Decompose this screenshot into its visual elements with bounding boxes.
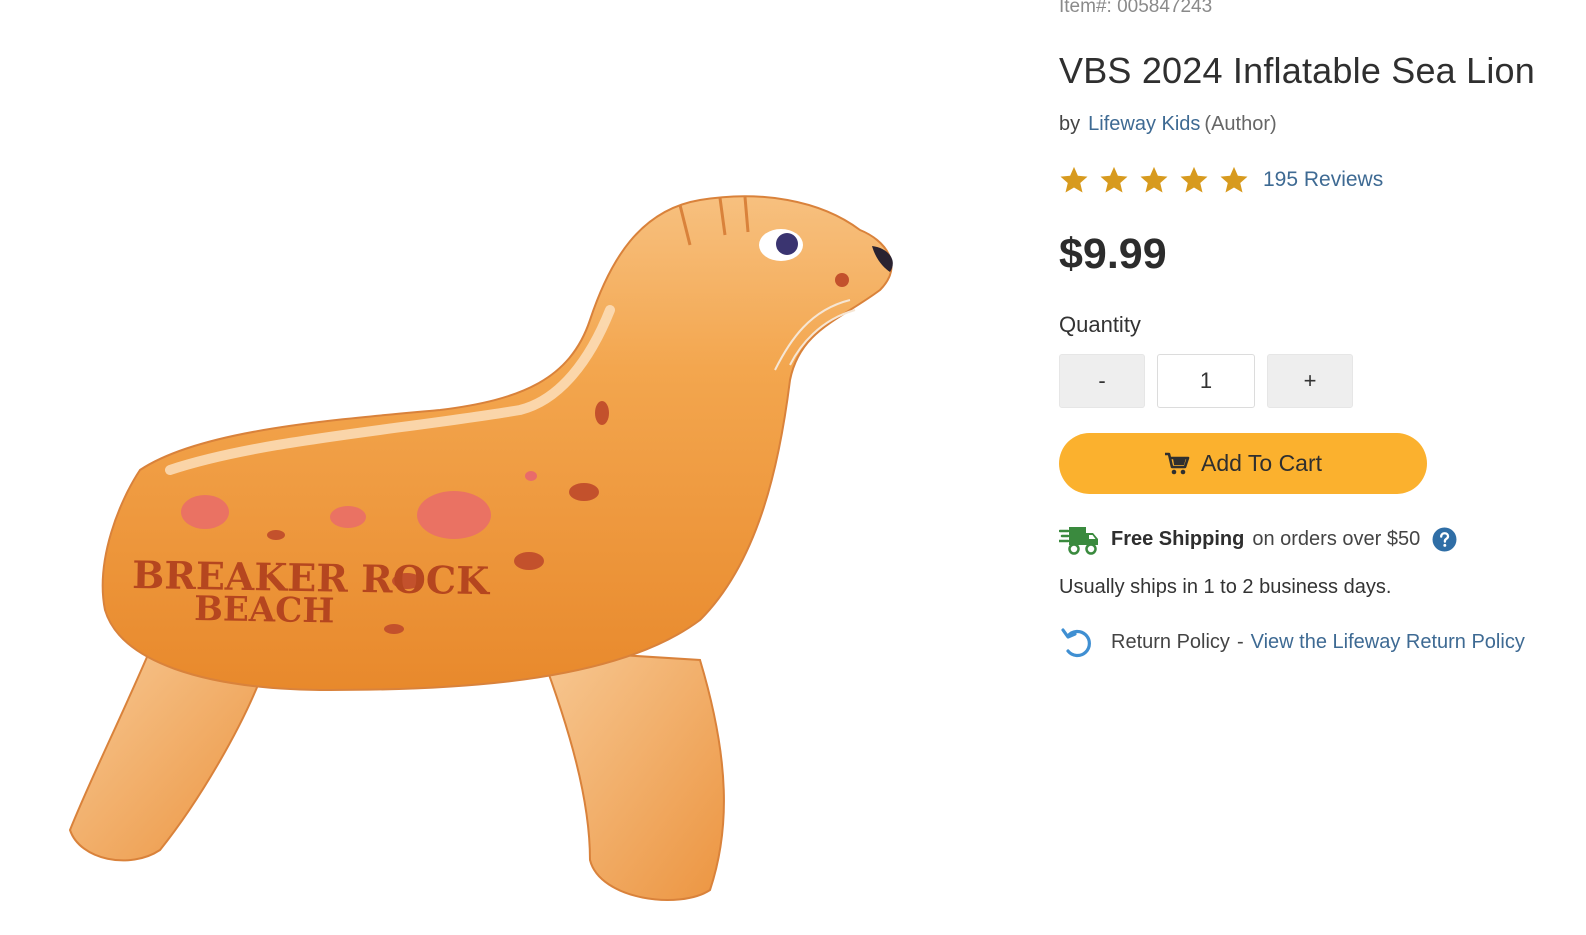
star-icon — [1220, 166, 1248, 193]
truck-icon — [1059, 527, 1098, 555]
quantity-decrease-button[interactable]: - — [1059, 354, 1145, 408]
return-separator: - — [1236, 630, 1244, 653]
sea-lion-image: BREAKER ROCK BEACH — [68, 195, 893, 901]
shipping-condition: on orders over $50 — [1252, 527, 1421, 550]
author-link[interactable]: Lifeway Kids — [1088, 113, 1200, 135]
byline: by Lifeway Kids (Author) — [1059, 113, 1277, 136]
return-policy: Return Policy - View the Lifeway Return … — [1059, 624, 1525, 660]
author-role: (Author) — [1204, 113, 1277, 135]
cart-icon — [1164, 452, 1190, 474]
item-number: Item#: 005847243 — [1059, 0, 1213, 17]
shipping-info: Free Shipping on orders over $50 — [1059, 522, 1457, 556]
product-title: VBS 2024 Inflatable Sea Lion — [1059, 50, 1535, 91]
ships-note: Usually ships in 1 to 2 business days. — [1059, 576, 1392, 598]
quantity-input[interactable] — [1157, 354, 1255, 408]
add-to-cart-label: Add To Cart — [1200, 450, 1323, 476]
return-policy-label: Return Policy — [1111, 630, 1230, 653]
free-shipping-label: Free Shipping — [1111, 527, 1245, 550]
star-icon — [1140, 166, 1168, 193]
product-image[interactable]: BREAKER ROCK BEACH — [0, 0, 1010, 935]
star-icon — [1060, 166, 1088, 193]
rating[interactable]: 195 Reviews — [1059, 165, 1383, 195]
return-policy-link[interactable]: View the Lifeway Return Policy — [1251, 631, 1525, 654]
reviews-link[interactable]: 195 Reviews — [1263, 168, 1383, 192]
quantity-label: Quantity — [1059, 312, 1141, 337]
quantity-increase-button[interactable]: + — [1267, 354, 1353, 408]
by-label: by — [1059, 113, 1081, 135]
star-icon — [1100, 166, 1128, 193]
star-icon — [1180, 166, 1208, 193]
question-circle-icon[interactable] — [1432, 527, 1457, 552]
logo-text-line2: BEACH — [194, 589, 335, 631]
price: $9.99 — [1059, 230, 1167, 278]
add-to-cart-button[interactable]: Add To Cart — [1059, 433, 1427, 494]
return-arrow-icon — [1061, 628, 1091, 658]
